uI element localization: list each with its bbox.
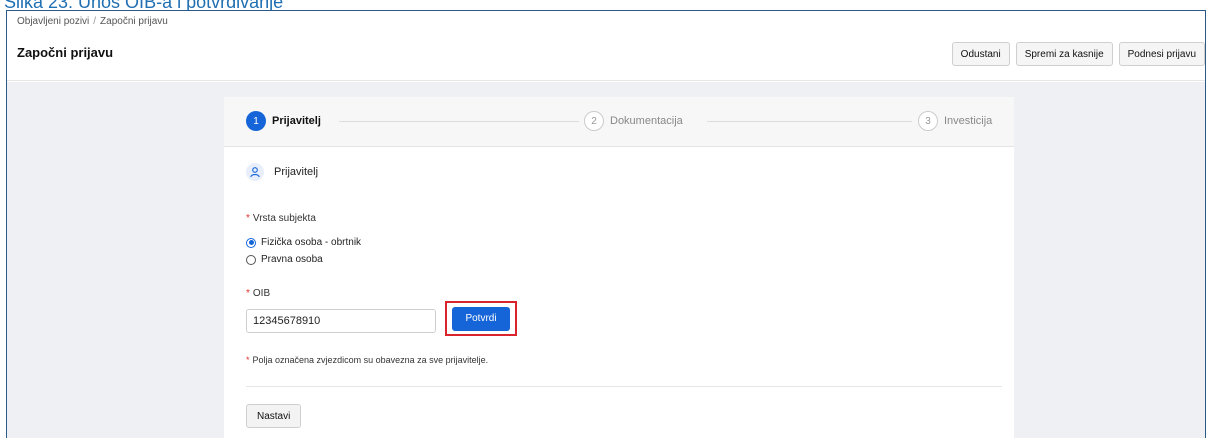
step-number: 1 — [246, 111, 266, 131]
step-prijavitelj[interactable]: 1 Prijavitelj — [246, 111, 321, 131]
step-connector — [707, 121, 912, 122]
subject-type-label: * Vrsta subjekta — [246, 213, 316, 224]
step-label: Prijavitelj — [272, 115, 321, 127]
oib-label-text: OIB — [252, 288, 271, 299]
step-label: Dokumentacija — [610, 115, 683, 127]
step-number: 3 — [918, 111, 938, 131]
page-title: Započni prijavu — [17, 45, 114, 60]
section-header: Prijavitelj — [246, 163, 318, 181]
required-mark: * — [246, 213, 250, 224]
breadcrumb: Objavljeni pozivi / Započni prijavu — [17, 16, 168, 27]
highlight-box: Potvrdi — [445, 301, 517, 336]
breadcrumb-separator: / — [93, 16, 97, 27]
radio-pravna-osoba[interactable]: Pravna osoba — [246, 254, 323, 265]
user-icon — [246, 163, 264, 181]
required-mark: * — [246, 288, 250, 299]
cancel-button[interactable]: Odustani — [951, 42, 1010, 66]
required-fields-note: * Polja označena zvjezdicom su obavezna z… — [246, 355, 488, 365]
radio-button-unchecked[interactable] — [246, 254, 256, 265]
step-connector — [339, 121, 579, 122]
breadcrumb-current: Započni prijavu — [100, 16, 168, 27]
step-investicija[interactable]: 3 Investicija — [918, 111, 992, 131]
header-actions: Odustani Spremi za kasnije Podnesi prija… — [951, 42, 1205, 66]
save-for-later-button[interactable]: Spremi za kasnije — [1015, 42, 1113, 66]
next-button[interactable]: Nastavi — [246, 404, 302, 428]
application-card: 1 Prijavitelj 2 Dokumentacija 3 Investic… — [224, 97, 1014, 438]
radio-label: Pravna osoba — [261, 254, 323, 265]
app-window: Objavljeni pozivi / Započni prijavu Započn… — [6, 10, 1206, 438]
radio-button-checked[interactable] — [246, 237, 256, 248]
step-label: Investicija — [944, 115, 993, 127]
breadcrumb-link-objavljeni-pozivi[interactable]: Objavljeni pozivi — [17, 16, 89, 27]
subject-type-label-text: Vrsta subjekta — [252, 213, 316, 224]
submit-application-button[interactable]: Podnesi prijavu — [1118, 42, 1205, 66]
section-title: Prijavitelj — [274, 166, 319, 178]
confirm-button[interactable]: Potvrdi — [452, 306, 510, 331]
oib-label: * OIB — [246, 288, 270, 299]
divider — [246, 386, 1002, 387]
step-number: 2 — [584, 111, 604, 131]
step-dokumentacija[interactable]: 2 Dokumentacija — [584, 111, 683, 131]
note-text: Polja označena zvjezdicom su obavezna za… — [252, 355, 489, 365]
oib-input[interactable] — [246, 309, 436, 333]
figure-caption: Slika 23: Unos OIB-a i potvrđivanje — [4, 0, 284, 10]
radio-fizicka-osoba[interactable]: Fizička osoba - obrtnik — [246, 237, 361, 248]
page-header: Objavljeni pozivi / Započni prijavu Započn… — [7, 11, 1205, 81]
stepper: 1 Prijavitelj 2 Dokumentacija 3 Investic… — [224, 97, 1014, 147]
radio-label: Fizička osoba - obrtnik — [261, 237, 362, 248]
required-mark: * — [246, 355, 250, 365]
